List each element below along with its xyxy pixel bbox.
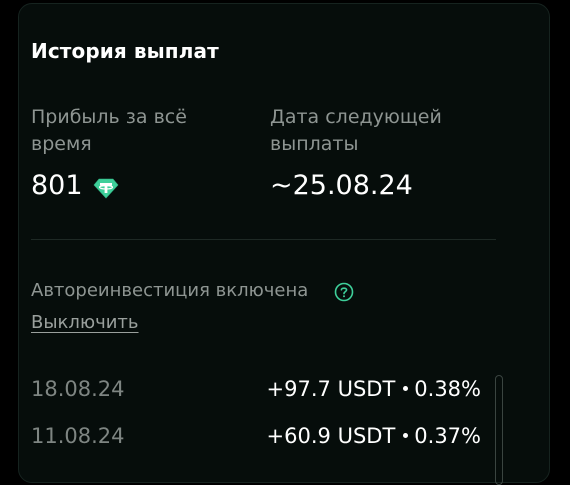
separator-dot xyxy=(403,432,409,438)
tether-icon xyxy=(93,178,119,199)
card-title: История выплат xyxy=(31,39,219,63)
separator-dot xyxy=(403,385,409,391)
payout-row: 18.08.24 +97.7 USDT 0.38% xyxy=(31,377,481,407)
payout-date: 18.08.24 xyxy=(31,377,125,401)
payout-amount: +97.7 USDT 0.38% xyxy=(267,377,481,401)
total-profit-label: Прибыль за всё время xyxy=(31,106,187,155)
payout-history-card xyxy=(18,3,550,483)
payout-percent: 0.38% xyxy=(414,377,481,401)
payout-amount-value: +60.9 USDT xyxy=(266,424,396,448)
next-payout-label: Дата следующей выплаты xyxy=(270,106,442,155)
section-divider xyxy=(31,239,496,240)
payout-amount-value: +97.7 USDT xyxy=(266,377,396,401)
total-profit-value: 801 xyxy=(31,170,83,201)
auto-invest-label: Автореинвестиция включена xyxy=(31,280,309,301)
payout-row: 11.08.24 +60.9 USDT 0.37% xyxy=(31,424,481,454)
scrollbar[interactable] xyxy=(495,375,503,485)
payout-date: 11.08.24 xyxy=(31,424,125,448)
payout-percent: 0.37% xyxy=(414,424,481,448)
question-circle-icon[interactable] xyxy=(334,282,354,302)
disable-auto-invest-link[interactable]: Выключить xyxy=(31,312,139,333)
next-payout-value: ~25.08.24 xyxy=(270,170,413,201)
payout-amount: +60.9 USDT 0.37% xyxy=(267,424,481,448)
